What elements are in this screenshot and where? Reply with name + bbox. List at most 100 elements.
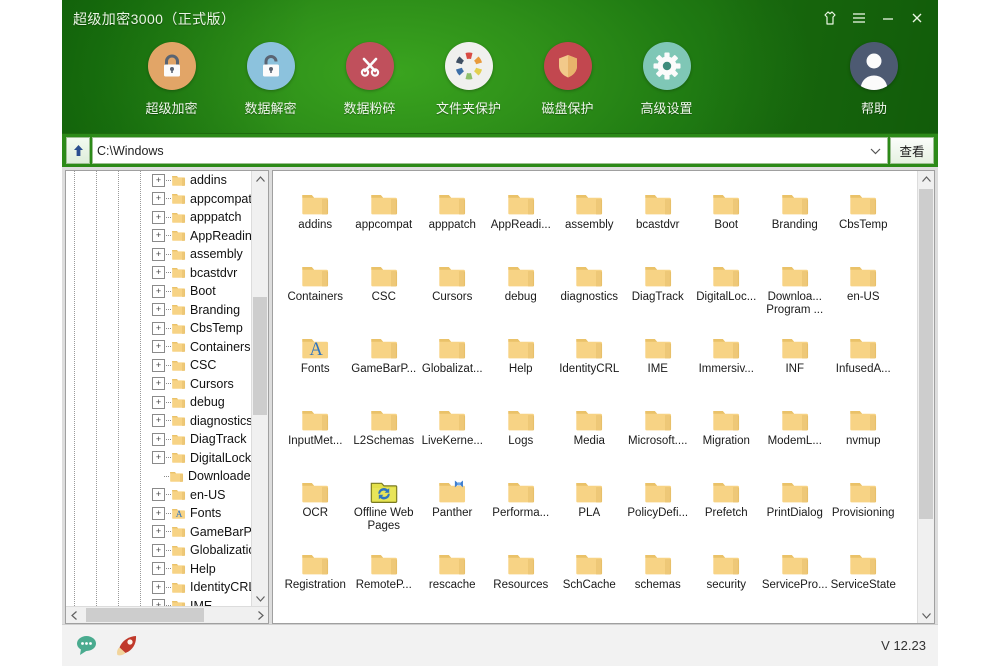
scroll-up-arrow[interactable] xyxy=(918,171,934,187)
file-item[interactable]: Microsoft.... xyxy=(624,395,693,467)
file-item[interactable]: DigitalLoc... xyxy=(692,251,761,323)
rocket-icon[interactable] xyxy=(114,634,140,658)
file-item[interactable]: RemoteP... xyxy=(350,539,419,611)
file-item[interactable]: Globalizat... xyxy=(418,323,487,395)
tree-item[interactable]: +DiagTrack xyxy=(66,430,268,449)
file-item[interactable]: PLA xyxy=(555,467,624,539)
file-item[interactable]: ModemL... xyxy=(761,395,830,467)
file-item[interactable]: Help xyxy=(487,323,556,395)
scroll-right-arrow[interactable] xyxy=(252,607,268,623)
file-item[interactable]: SchCache xyxy=(555,539,624,611)
tree-item[interactable]: +AppReadiness xyxy=(66,227,268,246)
file-item[interactable]: AFonts xyxy=(281,323,350,395)
file-item[interactable]: Speech_O... xyxy=(761,611,830,623)
file-item[interactable]: nvmup xyxy=(829,395,898,467)
tree-item[interactable]: +assembly xyxy=(66,245,268,264)
file-item[interactable]: System xyxy=(829,611,898,623)
tree-item[interactable]: +bcastdvr xyxy=(66,264,268,283)
tree-item[interactable]: +Containers xyxy=(66,338,268,357)
tree-item[interactable]: +DigitalLocker xyxy=(66,449,268,468)
tree-vertical-scrollbar[interactable] xyxy=(251,171,268,606)
file-item[interactable]: Panther xyxy=(418,467,487,539)
tree-expander[interactable]: + xyxy=(152,544,165,557)
file-item[interactable]: Downloa... Program ... xyxy=(761,251,830,323)
help-button[interactable]: 帮助 xyxy=(850,42,898,117)
grid-vertical-scrollbar[interactable] xyxy=(917,171,934,623)
tree-expander[interactable]: + xyxy=(152,562,165,575)
toolbar-item-folder-protect[interactable]: 文件夹保护 xyxy=(419,42,518,117)
tree-expander[interactable]: + xyxy=(152,507,165,520)
file-item[interactable]: Media xyxy=(555,395,624,467)
file-item[interactable]: assembly xyxy=(555,179,624,251)
scroll-left-arrow[interactable] xyxy=(66,607,82,623)
file-item[interactable]: en-US xyxy=(829,251,898,323)
tree-expander[interactable]: + xyxy=(152,488,165,501)
file-item[interactable]: LiveKerne... xyxy=(418,395,487,467)
file-item[interactable]: ShellExper... xyxy=(487,611,556,623)
tree-expander[interactable]: + xyxy=(152,340,165,353)
file-item[interactable]: security xyxy=(692,539,761,611)
tree-expander[interactable]: + xyxy=(152,359,165,372)
tree-expander[interactable]: + xyxy=(152,451,165,464)
file-item[interactable]: Branding xyxy=(761,179,830,251)
tree-item[interactable]: +Globalization xyxy=(66,541,268,560)
file-item[interactable]: rescache xyxy=(418,539,487,611)
file-item[interactable]: ShellCom... xyxy=(418,611,487,623)
scroll-track[interactable] xyxy=(82,607,252,623)
file-item[interactable]: Provisioning xyxy=(829,467,898,539)
file-grid[interactable]: addinsappcompatapppatchAppReadi...assemb… xyxy=(273,171,934,623)
chat-icon[interactable] xyxy=(74,634,100,658)
tree-expander[interactable]: + xyxy=(152,377,165,390)
toolbar-item-decrypt[interactable]: 数据解密 xyxy=(221,42,320,117)
file-item[interactable]: Containers xyxy=(281,251,350,323)
tree-expander[interactable]: + xyxy=(152,192,165,205)
chevron-down-icon[interactable] xyxy=(870,144,881,158)
tree-expander[interactable]: + xyxy=(152,581,165,594)
file-item[interactable]: Cursors xyxy=(418,251,487,323)
folder-tree[interactable]: +addins+appcompat+apppatch+AppReadiness+… xyxy=(66,171,268,606)
tree-expander[interactable]: + xyxy=(152,229,165,242)
file-item[interactable]: apppatch xyxy=(418,179,487,251)
scroll-thumb[interactable] xyxy=(919,189,933,519)
file-item[interactable]: PolicyDefi... xyxy=(624,467,693,539)
skin-icon[interactable] xyxy=(817,6,843,30)
tree-expander[interactable]: + xyxy=(152,396,165,409)
file-item[interactable]: PrintDialog xyxy=(761,467,830,539)
file-item[interactable]: GameBarP... xyxy=(350,323,419,395)
file-item[interactable]: bcastdvr xyxy=(624,179,693,251)
up-button[interactable] xyxy=(66,137,90,164)
file-item[interactable]: Performa... xyxy=(487,467,556,539)
toolbar-item-disk-protect[interactable]: 磁盘保护 xyxy=(518,42,617,117)
file-item[interactable]: Resources xyxy=(487,539,556,611)
file-item[interactable]: SoftwareD... xyxy=(624,611,693,623)
tree-item[interactable]: +Cursors xyxy=(66,375,268,394)
file-item[interactable]: debug xyxy=(487,251,556,323)
file-item[interactable]: Speech xyxy=(692,611,761,623)
file-item[interactable]: schemas xyxy=(624,539,693,611)
file-item[interactable]: Boot xyxy=(692,179,761,251)
file-item[interactable]: Prefetch xyxy=(692,467,761,539)
tree-item[interactable]: +IdentityCRL xyxy=(66,578,268,597)
tree-item[interactable]: +appcompat xyxy=(66,190,268,209)
file-item[interactable]: ServicePro... xyxy=(761,539,830,611)
tree-item[interactable]: +CbsTemp xyxy=(66,319,268,338)
view-button[interactable]: 查看 xyxy=(890,137,934,164)
tree-expander[interactable]: + xyxy=(152,414,165,427)
file-item[interactable]: L2Schemas xyxy=(350,395,419,467)
file-item[interactable]: Registration xyxy=(281,539,350,611)
file-item[interactable]: diagnostics xyxy=(555,251,624,323)
file-item[interactable]: appcompat xyxy=(350,179,419,251)
file-item[interactable]: AppReadi... xyxy=(487,179,556,251)
tree-expander[interactable]: + xyxy=(152,266,165,279)
tree-item[interactable]: +apppatch xyxy=(66,208,268,227)
tree-expander[interactable]: + xyxy=(152,285,165,298)
close-icon[interactable] xyxy=(904,6,930,30)
file-item[interactable]: CbsTemp xyxy=(829,179,898,251)
tree-item[interactable]: +IME xyxy=(66,597,268,607)
scroll-down-arrow[interactable] xyxy=(918,607,934,623)
tree-expander[interactable]: + xyxy=(152,433,165,446)
file-item[interactable]: IdentityCRL xyxy=(555,323,624,395)
file-item[interactable]: InputMet... xyxy=(281,395,350,467)
toolbar-item-advanced-settings[interactable]: 高级设置 xyxy=(617,42,716,117)
tree-item[interactable]: +en-US xyxy=(66,486,268,505)
